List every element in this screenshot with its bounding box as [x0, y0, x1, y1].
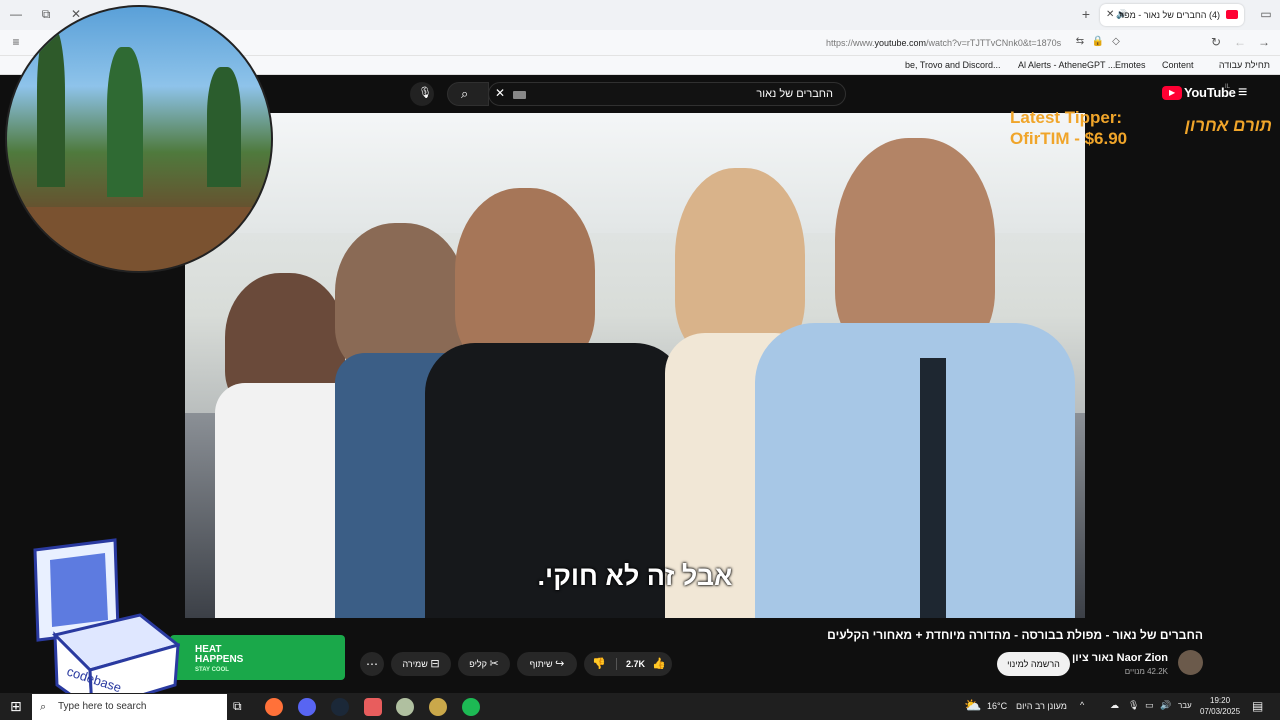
- tab-title: (4) החברים של נאור - מפולת בבורסה - מהדו…: [1120, 10, 1220, 20]
- game-camera-overlay: [5, 5, 273, 273]
- bookmark-item[interactable]: תחילת עבודה: [1219, 60, 1270, 70]
- search-icon: ⌕: [461, 86, 469, 101]
- app-icon[interactable]: [429, 698, 447, 716]
- url-prefix: https://www.: [826, 38, 875, 48]
- search-query: החברים של נאור: [756, 88, 833, 100]
- channel-name[interactable]: נאור ציון Naor Zion: [1072, 652, 1168, 664]
- share-icon: ↪: [555, 658, 565, 670]
- taskbar-search-placeholder: Type here to search: [58, 701, 147, 712]
- url-domain: youtube.com: [874, 38, 927, 48]
- firefox-icon[interactable]: [265, 698, 283, 716]
- spotify-icon[interactable]: [462, 698, 480, 716]
- clear-search-icon[interactable]: ✕: [495, 86, 505, 100]
- save-button[interactable]: שמירה ⊟: [391, 652, 451, 676]
- tree-shape: [37, 27, 65, 187]
- share-label: שיתוף: [529, 659, 553, 669]
- clip-label: קליפ: [469, 659, 487, 669]
- url-path: /watch?v=rTJTTvCNnk0&t=1870s: [926, 38, 1062, 48]
- channel-avatar[interactable]: [1178, 650, 1203, 675]
- menu-icon[interactable]: ≡: [8, 35, 24, 51]
- microphone-icon: 🎙: [418, 87, 432, 99]
- subscriber-count: 42.2K מנויים: [1124, 667, 1168, 676]
- bookmark-icon: ⊟: [430, 658, 440, 670]
- reload-icon[interactable]: ↻: [1208, 35, 1224, 51]
- search-icon: ⌕: [40, 701, 47, 713]
- bookmark-item[interactable]: Emotes: [1115, 60, 1146, 70]
- video-player[interactable]: אבל זה לא חוקי.: [185, 113, 1085, 618]
- voice-search-button[interactable]: 🎙: [410, 82, 434, 106]
- scissors-icon: ✂: [489, 658, 499, 670]
- address-bar[interactable]: https://www.youtube.com/watch?v=rTJTTvCN…: [826, 38, 1061, 48]
- bookmark-item[interactable]: be, Trovo and Discord...: [905, 60, 1001, 70]
- wooden-deck: [7, 207, 271, 271]
- discord-icon[interactable]: [298, 698, 316, 716]
- keyboard-icon[interactable]: [513, 91, 526, 99]
- search-button[interactable]: ⌕: [447, 82, 489, 106]
- bookmark-item[interactable]: Al Alerts - AtheneGPT ...: [1018, 60, 1115, 70]
- tipper-label: Latest Tipper:: [1010, 108, 1123, 127]
- latest-tipper-overlay: Latest Tipper: OfirTIM - $6.90: [1010, 107, 1127, 149]
- more-actions-button[interactable]: ⋯: [360, 652, 384, 676]
- ad-line: HAPPENS: [195, 654, 244, 665]
- new-tab-icon[interactable]: +: [1078, 7, 1094, 23]
- divider: [616, 658, 617, 670]
- restore-icon[interactable]: ⧉: [38, 7, 54, 23]
- weather-icon: ⛅: [964, 697, 982, 713]
- steam-icon[interactable]: [331, 698, 349, 716]
- tray-chevron-icon[interactable]: ^: [1080, 700, 1084, 710]
- person-3: [455, 188, 595, 368]
- video-subtitle: אבל זה לא חוקי.: [537, 561, 733, 591]
- forward-icon[interactable]: ←: [1232, 35, 1248, 51]
- youtube-favicon-icon: [1226, 10, 1238, 19]
- obs-icon[interactable]: [364, 698, 382, 716]
- tray-network-icon[interactable]: ▭: [1145, 700, 1154, 711]
- tipper-value: OfirTIM - $6.90: [1010, 129, 1128, 148]
- minimize-icon[interactable]: —: [8, 7, 24, 23]
- tray-cloud-icon[interactable]: ☁: [1110, 700, 1119, 711]
- youtube-logo-icon[interactable]: ▶: [1162, 86, 1182, 100]
- input-language[interactable]: עבר: [1178, 701, 1192, 710]
- taskbar-clock[interactable]: 19:20 07/03/2025: [1200, 695, 1240, 717]
- video-title: החברים של נאור - מפולת בבורסה - מהדורה מ…: [827, 628, 1203, 642]
- tipper-label-hebrew: תורם אחרון: [1184, 116, 1272, 135]
- app-icon[interactable]: [396, 698, 414, 716]
- weather-desc: מעונן רב היום: [1016, 701, 1067, 711]
- ad-line: STAY COOL: [195, 667, 229, 673]
- save-label: שמירה: [402, 659, 428, 669]
- tab-close-icon[interactable]: ✕: [1106, 9, 1114, 20]
- weather-temp[interactable]: 16°C: [987, 701, 1007, 711]
- clock-date: 07/03/2025: [1200, 707, 1241, 716]
- like-icon[interactable]: 👍: [652, 652, 666, 676]
- clip-button[interactable]: קליפ ✂: [458, 652, 510, 676]
- tree-shape: [207, 67, 241, 187]
- shield-icon[interactable]: ◇: [1108, 35, 1124, 51]
- active-tab[interactable]: ✕ 🔊 (4) החברים של נאור - מפולת בבורסה - …: [1100, 4, 1244, 26]
- logo-region: IL: [1225, 84, 1231, 90]
- play-glyph-icon: ▶: [1169, 88, 1176, 97]
- notifications-icon[interactable]: ▤: [1252, 699, 1263, 713]
- bookmark-item[interactable]: Content: [1162, 60, 1194, 70]
- more-icon: ⋯: [366, 657, 378, 671]
- ad-text: HEAT HAPPENS STAY COOL: [195, 645, 243, 675]
- like-count[interactable]: 2.7K: [626, 652, 645, 676]
- translate-icon[interactable]: ⇆: [1072, 35, 1088, 51]
- hamburger-menu-icon[interactable]: ≡: [1238, 84, 1247, 102]
- dislike-icon[interactable]: 👎: [592, 652, 606, 676]
- task-view-icon[interactable]: ⧉: [233, 699, 242, 714]
- search-input[interactable]: ✕ החברים של נאור: [488, 82, 846, 106]
- codebase-logo: codebase: [33, 538, 180, 714]
- clock-time: 19:20: [1210, 696, 1231, 705]
- tab-list-icon[interactable]: ▭: [1258, 7, 1274, 23]
- tree-shape: [107, 47, 143, 197]
- lock-icon[interactable]: 🔒: [1090, 35, 1106, 51]
- person-2: [335, 223, 465, 373]
- subscribe-button[interactable]: הרשמה למינוי: [997, 652, 1070, 676]
- windows-start-icon[interactable]: ⊞: [10, 698, 22, 715]
- back-icon[interactable]: →: [1256, 35, 1272, 51]
- share-button[interactable]: שיתוף ↪: [517, 652, 577, 676]
- tray-mic-icon[interactable]: 🎙: [1128, 700, 1139, 711]
- taskbar-search-input[interactable]: ⌕ Type here to search: [32, 694, 227, 720]
- tray-volume-icon[interactable]: 🔊: [1160, 700, 1171, 711]
- like-dislike-group: 👎 2.7K 👍: [584, 652, 672, 676]
